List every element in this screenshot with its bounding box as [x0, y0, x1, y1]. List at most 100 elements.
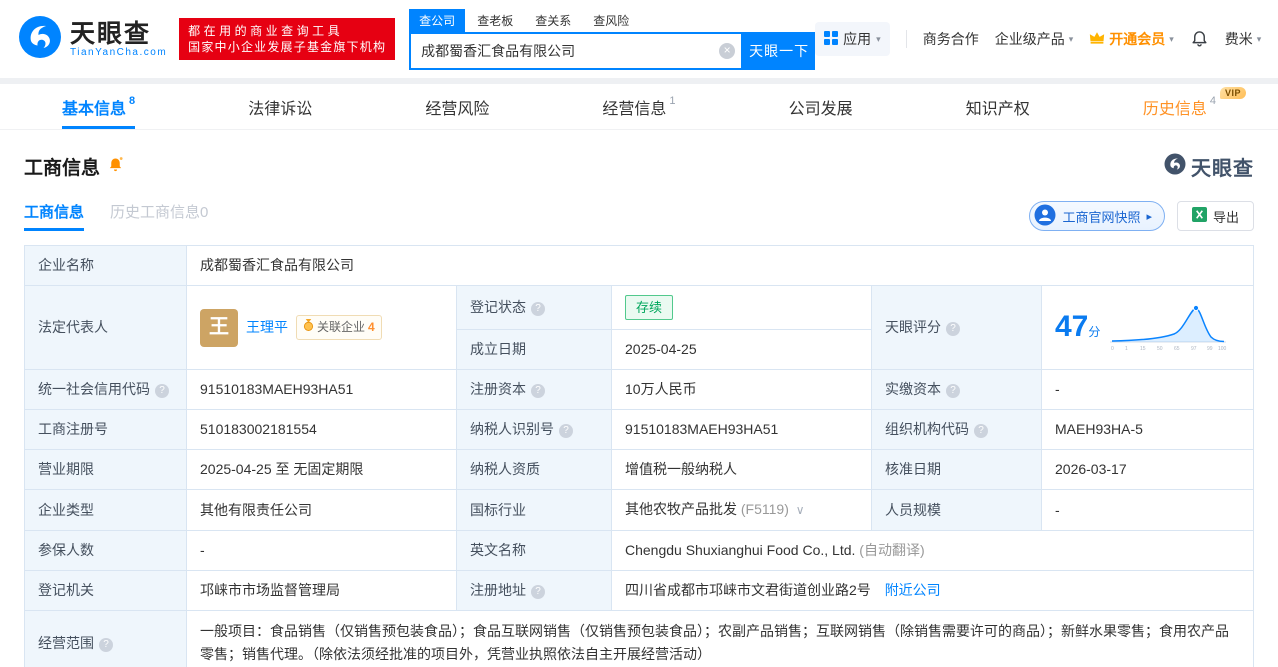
subtab-business-registration[interactable]: 工商信息 [24, 201, 85, 231]
industry-code: (F5119) [740, 501, 789, 517]
tab-history-info[interactable]: 历史信息 4 VIP [1142, 84, 1246, 129]
legal-rep-name-link[interactable]: 王理平 [246, 317, 288, 338]
search-area: 查公司 查老板 查关系 查风险 × 天眼一下 [409, 8, 816, 70]
field-label: 注册资本? [456, 369, 612, 410]
reg-authority-value: 邛崃市市场监督管理局 [186, 570, 457, 611]
legal-rep-cell: 王 王理平 关联企业 4 [186, 285, 457, 370]
field-label: 参保人数 [24, 530, 187, 571]
brand-domain: TianYanCha.com [70, 46, 168, 58]
monitor-bell-icon[interactable] [107, 155, 124, 178]
nav-enterprise-products[interactable]: 企业级产品 ▾ [995, 29, 1074, 49]
nav-user[interactable]: 费米 ▾ [1225, 29, 1262, 49]
export-button[interactable]: 导出 [1176, 201, 1254, 231]
field-label: 登记状态? [456, 285, 612, 330]
help-icon[interactable]: ? [531, 585, 545, 599]
subtab-history-registration[interactable]: 历史工商信息0 [110, 201, 208, 231]
table-row: 统一社会信用代码? 91510183MAEH93HA51 注册资本? 10万人民… [24, 369, 1254, 410]
help-icon[interactable]: ? [946, 384, 960, 398]
field-label: 英文名称 [456, 530, 612, 571]
caret-down-icon: ▾ [876, 33, 881, 44]
search-tabs: 查公司 查老板 查关系 查风险 [409, 8, 815, 32]
svg-text:65: 65 [1174, 346, 1180, 352]
field-label: 登记机关 [24, 570, 187, 611]
help-icon[interactable]: ? [531, 302, 545, 316]
snapshot-label: 工商官网快照 [1062, 209, 1141, 225]
table-row: 经营范围? 一般项目：食品销售（仅销售预包装食品）；食品互联网销售（仅销售预包装… [24, 610, 1254, 667]
crown-icon [1089, 31, 1105, 47]
field-label: 人员规模 [871, 489, 1042, 531]
staff-size-value: - [1041, 489, 1254, 531]
official-snapshot-button[interactable]: 工商官网快照 ▸ [1029, 201, 1165, 231]
field-label: 统一社会信用代码? [24, 369, 187, 410]
search-tab-risk[interactable]: 查风险 [583, 9, 639, 32]
tab-count: 8 [129, 94, 136, 107]
clear-search-icon[interactable]: × [719, 42, 736, 59]
tab-company-development[interactable]: 公司发展 [789, 84, 853, 129]
nav-cooperation[interactable]: 商务合作 [923, 29, 979, 49]
table-row: 企业类型 其他有限责任公司 国标行业 其他农牧产品批发 (F5119) ∨ 人员… [24, 489, 1254, 531]
svg-text:15: 15 [1140, 346, 1146, 352]
paid-capital-value: - [1041, 369, 1254, 410]
chevron-down-icon[interactable]: ∨ [796, 503, 805, 517]
table-row: 企业名称 成都蜀香汇食品有限公司 [24, 245, 1254, 286]
auto-translate-note: (自动翻译) [859, 542, 925, 558]
field-label: 企业名称 [24, 245, 187, 286]
score-unit: 分 [1088, 325, 1101, 339]
field-label: 营业期限 [24, 449, 187, 490]
field-label: 法定代表人 [24, 285, 187, 370]
search-button[interactable]: 天眼一下 [743, 31, 816, 70]
search-input[interactable] [409, 31, 744, 70]
table-row: 登记机关 邛崃市市场监督管理局 注册地址? 四川省成都市邛崃市文君街道创业路2号… [24, 570, 1254, 611]
search-tab-boss[interactable]: 查老板 [467, 9, 523, 32]
excel-icon [1191, 207, 1207, 225]
nav-apps[interactable]: 应用 ▾ [815, 22, 890, 56]
search-tab-relation[interactable]: 查关系 [525, 9, 581, 32]
tianyancha-logo[interactable]: 天眼查 TianYanCha.com [18, 15, 167, 64]
tab-business-info[interactable]: 经营信息 1 [602, 84, 675, 129]
help-icon[interactable]: ? [155, 384, 169, 398]
business-registration-table: 企业名称 成都蜀香汇食品有限公司 法定代表人 王 王理平 关联企业 4 登记状态… [24, 245, 1254, 667]
tianyancha-logo-icon [18, 15, 62, 64]
nav-vip-label: 开通会员 [1109, 31, 1166, 47]
export-label: 导出 [1212, 209, 1239, 225]
help-icon[interactable]: ? [559, 424, 573, 438]
help-icon[interactable]: ? [974, 424, 988, 438]
brand-name: 天眼查 [70, 19, 152, 48]
nav-vip[interactable]: 开通会员 ▾ [1089, 29, 1174, 49]
watermark-logo-icon [1164, 153, 1186, 180]
tab-count: 4 [1209, 94, 1216, 107]
nav-enterprise-label: 企业级产品 [994, 31, 1065, 47]
approval-date-value: 2026-03-17 [1041, 449, 1254, 490]
field-label: 纳税人资质 [456, 449, 612, 490]
field-label: 纳税人识别号? [456, 409, 612, 450]
tab-label: 基本信息 [62, 100, 127, 118]
nearby-companies-link[interactable]: 附近公司 [885, 582, 941, 598]
related-companies-badge[interactable]: 关联企业 4 [296, 315, 382, 340]
reg-number-value: 510183002181554 [186, 409, 457, 450]
svg-text:50: 50 [1157, 346, 1163, 352]
tab-legal-proceedings[interactable]: 法律诉讼 [248, 84, 312, 129]
tab-operational-risk[interactable]: 经营风险 [425, 84, 489, 129]
help-icon[interactable]: ? [531, 384, 545, 398]
score-cell[interactable]: 47分 0 1 15 50 65 97 99 100 [1041, 285, 1254, 370]
subtab-history-count: 0 [200, 204, 209, 221]
tab-label: 历史信息 [1142, 100, 1207, 118]
business-term-value: 2025-04-25 至 无固定期限 [186, 449, 457, 490]
english-name-value: Chengdu Shuxianghui Food Co., Ltd. (自动翻译… [611, 530, 1254, 571]
tab-basic-info[interactable]: 基本信息 8 [62, 84, 136, 129]
taxpayer-id-value: 91510183MAEH93HA51 [611, 409, 872, 450]
establish-date-value: 2025-04-25 [611, 329, 872, 370]
table-row: 参保人数 - 英文名称 Chengdu Shuxianghui Food Co.… [24, 530, 1254, 571]
tab-label: 经营风险 [425, 100, 490, 118]
help-icon[interactable]: ? [946, 322, 960, 336]
company-tab-bar: 基本信息 8 法律诉讼 经营风险 经营信息 1 公司发展 知识产权 历史信息 4… [0, 84, 1278, 130]
notification-bell-icon[interactable] [1190, 28, 1209, 50]
tab-label: 知识产权 [965, 100, 1030, 118]
search-tab-company[interactable]: 查公司 [409, 8, 466, 32]
caret-down-icon: ▾ [1169, 33, 1174, 44]
tab-intellectual-property[interactable]: 知识产权 [966, 84, 1030, 129]
legal-rep-avatar[interactable]: 王 [200, 308, 238, 347]
subtab-history-label: 历史工商信息 [110, 204, 201, 221]
help-icon[interactable]: ? [99, 637, 113, 652]
company-type-value: 其他有限责任公司 [186, 489, 457, 531]
